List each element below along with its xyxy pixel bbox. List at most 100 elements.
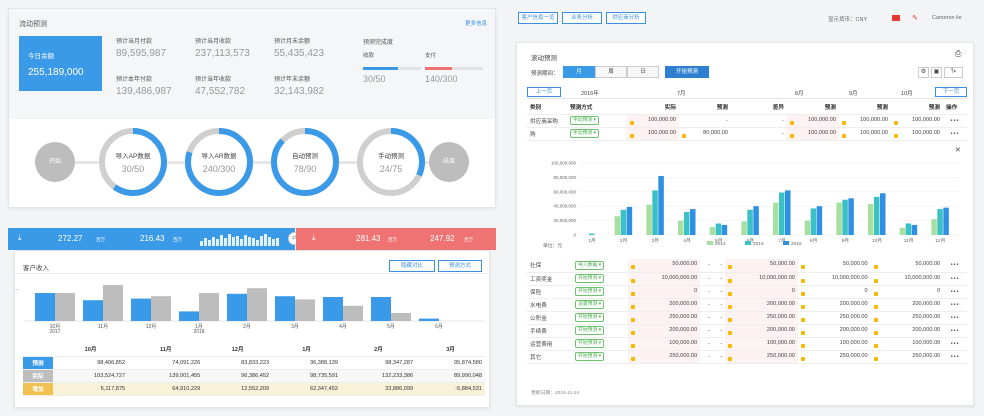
value-cell[interactable]: 250,000.00 bbox=[870, 350, 944, 364]
value-cell[interactable]: - bbox=[731, 127, 787, 141]
download-icon[interactable]: ⤓ bbox=[312, 233, 316, 243]
value-cell[interactable]: 100,000.00 bbox=[627, 127, 679, 141]
period-option[interactable]: 月 bbox=[563, 66, 595, 78]
value-cell[interactable]: 50,000.00 bbox=[725, 259, 798, 273]
row-actions-button[interactable]: ••• bbox=[943, 311, 967, 325]
value-cell[interactable]: 250,000.00 bbox=[797, 350, 871, 364]
row-actions-button[interactable]: ••• bbox=[943, 272, 967, 286]
value-cell[interactable]: - bbox=[679, 114, 731, 128]
value-cell[interactable]: 100,000.00 bbox=[870, 337, 944, 351]
value-cell[interactable]: 200,000.00 bbox=[870, 324, 944, 338]
export-icon[interactable]: ⤒▾ bbox=[944, 67, 963, 78]
value-cell[interactable]: - bbox=[700, 350, 713, 364]
legend-label[interactable]: 2016 bbox=[791, 241, 802, 247]
value-cell[interactable]: - bbox=[700, 311, 713, 325]
method-tag[interactable]: 开始预测 ▾ bbox=[575, 274, 605, 283]
value-cell[interactable]: 50,000.00 bbox=[870, 259, 944, 273]
row-actions-button[interactable]: ••• bbox=[943, 259, 967, 273]
value-cell[interactable]: - bbox=[712, 350, 726, 364]
value-cell[interactable]: 200,000.00 bbox=[870, 298, 944, 312]
notification-icon[interactable]: ✎ bbox=[912, 14, 918, 22]
value-cell[interactable]: 250,000.00 bbox=[627, 311, 701, 325]
method-tag[interactable]: 手动预测 ▾ bbox=[570, 129, 599, 138]
value-cell[interactable]: - bbox=[712, 298, 726, 312]
value-cell[interactable]: 200,000.00 bbox=[725, 298, 798, 312]
value-cell[interactable]: 50,000.00 bbox=[797, 259, 871, 273]
next-page-button[interactable]: 下一页 bbox=[935, 87, 967, 97]
value-cell[interactable]: 10,000,000.00 bbox=[627, 272, 701, 286]
row-actions-button[interactable]: ••• bbox=[943, 350, 967, 364]
value-cell[interactable]: 100,000.00 bbox=[627, 337, 701, 351]
value-cell[interactable]: 100,000.00 bbox=[627, 114, 679, 128]
value-cell[interactable]: - bbox=[700, 272, 713, 286]
top-tab[interactable]: 业务分析 bbox=[562, 12, 602, 24]
value-cell[interactable]: - bbox=[712, 337, 726, 351]
value-cell[interactable]: 100,000.00 bbox=[891, 114, 943, 128]
end-step[interactable]: 结束 bbox=[429, 142, 469, 182]
row-actions-button[interactable]: ••• bbox=[943, 285, 967, 299]
save-icon[interactable]: ▣ bbox=[931, 67, 942, 78]
step-ring[interactable] bbox=[183, 126, 255, 198]
legend-label[interactable]: 2015 bbox=[753, 241, 764, 247]
value-cell[interactable]: 200,000.00 bbox=[627, 324, 701, 338]
value-cell[interactable]: 0 bbox=[870, 285, 944, 299]
value-cell[interactable]: 100,000.00 bbox=[725, 337, 798, 351]
value-cell[interactable]: 100,000.00 bbox=[839, 114, 891, 128]
value-cell[interactable]: - bbox=[700, 285, 713, 299]
value-cell[interactable]: - bbox=[712, 324, 726, 338]
value-cell[interactable]: 250,000.00 bbox=[627, 350, 701, 364]
more-info-link[interactable]: 更多信息 bbox=[465, 19, 487, 27]
row-actions-button[interactable]: ••• bbox=[943, 114, 967, 128]
row-actions-button[interactable]: ••• bbox=[943, 324, 967, 338]
step-ring[interactable] bbox=[97, 126, 169, 198]
method-tag[interactable]: 开始预测 ▾ bbox=[575, 313, 605, 322]
value-cell[interactable]: 250,000.00 bbox=[797, 311, 871, 325]
value-cell[interactable]: 250,000.00 bbox=[725, 350, 798, 364]
value-cell[interactable]: 50,000.00 bbox=[627, 259, 701, 273]
value-cell[interactable]: - bbox=[700, 259, 713, 273]
print-icon[interactable]: ⎙ bbox=[955, 49, 961, 59]
value-cell[interactable]: 100,000.00 bbox=[787, 114, 839, 128]
start-step[interactable]: 开始 bbox=[35, 142, 75, 182]
value-cell[interactable]: - bbox=[700, 337, 713, 351]
method-tag[interactable]: 手动预测 ▾ bbox=[570, 116, 599, 125]
method-tag[interactable]: 开始预测 ▾ bbox=[575, 326, 605, 335]
value-cell[interactable]: 100,000.00 bbox=[839, 127, 891, 141]
method-tag[interactable]: 导入数据 ▾ bbox=[575, 260, 605, 270]
value-cell[interactable]: 100,000.00 bbox=[787, 127, 839, 141]
value-cell[interactable]: - bbox=[712, 311, 726, 325]
value-cell[interactable]: 250,000.00 bbox=[870, 311, 944, 325]
hide-compare-button[interactable]: 隐藏对比 bbox=[389, 260, 435, 272]
value-cell[interactable]: - bbox=[700, 298, 713, 312]
download-icon[interactable]: ⤓ bbox=[18, 233, 22, 243]
forecast-mode-button[interactable]: 预测方式 bbox=[438, 260, 482, 272]
currency-selector[interactable]: 显示货币：CNY bbox=[828, 15, 867, 23]
value-cell[interactable]: - bbox=[712, 259, 726, 273]
method-tag[interactable]: 开始预测 ▾ bbox=[575, 339, 605, 348]
value-cell[interactable]: 0 bbox=[627, 285, 701, 299]
value-cell[interactable]: 10,000,000.00 bbox=[725, 272, 798, 286]
method-tag[interactable]: 开始预测 ▾ bbox=[575, 287, 605, 296]
step-ring[interactable] bbox=[269, 126, 341, 198]
top-tab[interactable]: 客户信息一览 bbox=[518, 12, 558, 24]
method-tag[interactable]: 开始预测 ▾ bbox=[575, 352, 605, 361]
value-cell[interactable]: 0 bbox=[797, 285, 871, 299]
method-tag[interactable]: 设置预测 ▾ bbox=[575, 300, 605, 309]
period-option[interactable]: 周 bbox=[595, 66, 627, 78]
period-option[interactable]: 日 bbox=[627, 66, 659, 78]
row-actions-button[interactable]: ••• bbox=[943, 337, 967, 351]
start-forecast-button[interactable]: 开始预测 bbox=[665, 66, 709, 78]
value-cell[interactable]: - bbox=[700, 324, 713, 338]
value-cell[interactable]: 200,000.00 bbox=[797, 324, 871, 338]
legend-label[interactable]: 2014 bbox=[715, 241, 726, 247]
row-actions-button[interactable]: ••• bbox=[943, 298, 967, 312]
value-cell[interactable]: 0 bbox=[725, 285, 798, 299]
value-cell[interactable]: - bbox=[712, 272, 726, 286]
value-cell[interactable]: 200,000.00 bbox=[725, 324, 798, 338]
value-cell[interactable]: 250,000.00 bbox=[725, 311, 798, 325]
prev-page-button[interactable]: 上一页 bbox=[527, 87, 561, 97]
row-actions-button[interactable]: ••• bbox=[943, 127, 967, 141]
value-cell[interactable]: 100,000.00 bbox=[797, 337, 871, 351]
value-cell[interactable]: 80,000.00 bbox=[679, 127, 731, 141]
value-cell[interactable]: 100,000.00 bbox=[891, 127, 943, 141]
